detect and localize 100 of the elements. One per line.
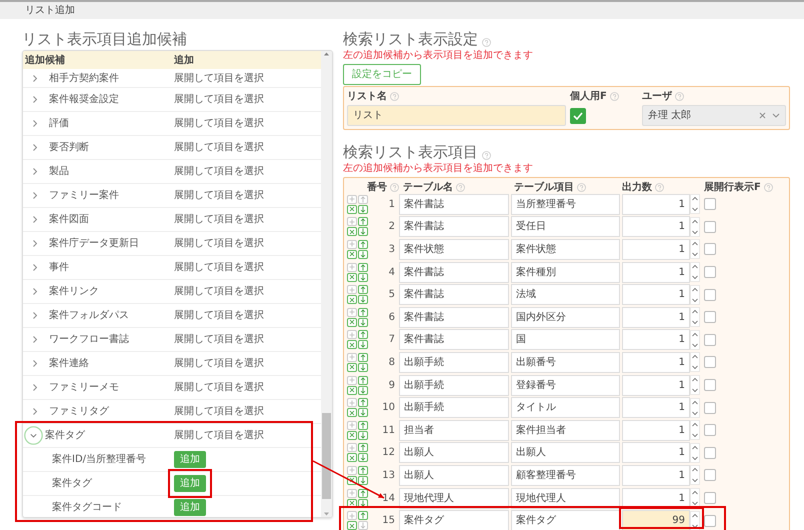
move-up-button[interactable]	[358, 217, 368, 226]
spinner-control[interactable]	[690, 510, 700, 530]
chevron-right-icon[interactable]	[31, 143, 39, 152]
table-item-field[interactable]: 国	[511, 329, 620, 350]
table-item-field[interactable]: タイトル	[511, 397, 620, 418]
spinner-control[interactable]	[690, 216, 700, 237]
chevron-right-icon[interactable]	[31, 359, 39, 368]
table-item-field[interactable]: 案件種別	[511, 262, 620, 283]
spinner-control[interactable]	[690, 420, 700, 440]
clear-icon[interactable]	[759, 112, 766, 119]
delete-row-button[interactable]	[347, 318, 357, 327]
scroll-up-icon[interactable]	[323, 51, 330, 57]
delete-row-button[interactable]	[347, 340, 357, 350]
spinner-control[interactable]	[690, 465, 700, 486]
move-up-button[interactable]	[358, 376, 368, 385]
move-up-button[interactable]	[358, 466, 368, 475]
move-up-button[interactable]	[358, 443, 368, 452]
expand-checkbox[interactable]	[704, 446, 716, 459]
list-row[interactable]: 案件庁データ更新日 展開して項目を選択	[23, 232, 321, 256]
chevron-right-icon[interactable]	[31, 383, 39, 392]
spinner-control[interactable]	[690, 284, 700, 305]
expand-checkbox[interactable]	[704, 469, 716, 482]
expand-checkbox[interactable]	[704, 514, 716, 527]
table-item-field[interactable]: 案件担当者	[511, 420, 620, 441]
count-field[interactable]: 1	[622, 397, 690, 418]
count-field[interactable]: 1	[622, 284, 690, 306]
table-item-field[interactable]: 出願番号	[511, 352, 620, 373]
expand-checkbox[interactable]	[704, 266, 716, 278]
expand-checkbox[interactable]	[704, 492, 716, 504]
expand-checkbox[interactable]	[704, 288, 716, 301]
chevron-right-icon[interactable]	[31, 215, 39, 224]
move-up-button[interactable]	[358, 240, 368, 249]
expand-checkbox[interactable]	[704, 356, 716, 368]
spinner-control[interactable]	[690, 262, 700, 282]
list-row[interactable]: 案件連絡 展開して項目を選択	[23, 352, 321, 376]
scroll-down-icon[interactable]	[323, 511, 330, 517]
expand-checkbox[interactable]	[704, 311, 716, 324]
chevron-right-icon[interactable]	[31, 74, 39, 82]
delete-row-button[interactable]	[347, 227, 357, 236]
chevron-right-icon[interactable]	[31, 167, 39, 176]
chevron-right-icon[interactable]	[31, 119, 39, 128]
chevron-right-icon[interactable]	[31, 311, 39, 320]
table-name-field[interactable]: 出願手続	[399, 397, 509, 418]
table-name-field[interactable]: 案件書誌	[399, 329, 509, 350]
count-field[interactable]: 1	[622, 488, 690, 509]
count-field[interactable]: 1	[622, 329, 690, 350]
count-field[interactable]: 1	[622, 194, 690, 215]
count-field[interactable]: 99	[622, 510, 690, 530]
list-row[interactable]: 案件フォルダパス 展開して項目を選択	[23, 304, 321, 328]
spinner-control[interactable]	[690, 307, 700, 328]
move-down-button[interactable]	[358, 476, 368, 485]
list-row[interactable]: 相手方契約案件 展開して項目を選択	[23, 69, 321, 88]
list-row[interactable]: 案件タグ 展開して項目を選択	[23, 424, 321, 448]
list-row[interactable]: 案件図面 展開して項目を選択	[23, 208, 321, 232]
table-name-field[interactable]: 案件タグ	[399, 510, 509, 530]
move-down-button[interactable]	[358, 272, 368, 282]
table-item-field[interactable]: 案件タグ	[511, 510, 620, 530]
list-row[interactable]: ワークフロー書誌 展開して項目を選択	[23, 328, 321, 352]
move-up-button[interactable]	[358, 262, 368, 272]
delete-row-button[interactable]	[347, 430, 357, 440]
table-name-field[interactable]: 出願人	[399, 464, 509, 486]
delete-row-button[interactable]	[347, 386, 357, 395]
delete-row-button[interactable]	[347, 272, 357, 282]
move-up-button[interactable]	[358, 420, 368, 430]
table-name-field[interactable]: 案件書誌	[399, 216, 509, 238]
move-down-button[interactable]	[358, 204, 368, 214]
spinner-control[interactable]	[690, 239, 700, 260]
list-row[interactable]: 要否判断 展開して項目を選択	[23, 136, 321, 160]
list-name-field[interactable]: リスト	[347, 105, 566, 126]
move-down-button[interactable]	[358, 386, 368, 395]
scroll-thumb[interactable]	[322, 413, 331, 499]
table-item-field[interactable]: 案件状態	[511, 238, 620, 260]
table-name-field[interactable]: 案件書誌	[399, 306, 509, 328]
collapse-icon[interactable]	[24, 426, 43, 445]
personal-checkbox[interactable]	[570, 108, 586, 124]
table-item-field[interactable]: 登録番号	[511, 374, 620, 396]
chevron-right-icon[interactable]	[31, 95, 39, 104]
count-field[interactable]: 1	[622, 420, 690, 441]
expand-checkbox[interactable]	[704, 198, 716, 210]
table-name-field[interactable]: 担当者	[399, 420, 509, 441]
count-field[interactable]: 1	[622, 306, 690, 328]
delete-row-button[interactable]	[347, 362, 357, 372]
move-up-button[interactable]	[358, 511, 368, 520]
list-row[interactable]: 案件報奨金設定 展開して項目を選択	[23, 88, 321, 112]
table-item-field[interactable]: 現地代理人	[511, 488, 620, 509]
list-row[interactable]: 案件リンク 展開して項目を選択	[23, 280, 321, 304]
spinner-control[interactable]	[690, 375, 700, 396]
move-down-button[interactable]	[358, 318, 368, 327]
count-field[interactable]: 1	[622, 262, 690, 283]
expand-checkbox[interactable]	[704, 220, 716, 233]
move-down-button[interactable]	[358, 295, 368, 304]
spinner-control[interactable]	[690, 442, 700, 463]
count-field[interactable]: 1	[622, 464, 690, 486]
move-down-button[interactable]	[358, 227, 368, 236]
table-item-field[interactable]: 国内外区分	[511, 306, 620, 328]
move-down-button[interactable]	[358, 408, 368, 418]
expand-checkbox[interactable]	[704, 334, 716, 346]
chevron-down-icon[interactable]	[772, 112, 780, 119]
count-field[interactable]: 1	[622, 374, 690, 396]
user-select[interactable]: 弁理 太郎	[642, 105, 786, 126]
